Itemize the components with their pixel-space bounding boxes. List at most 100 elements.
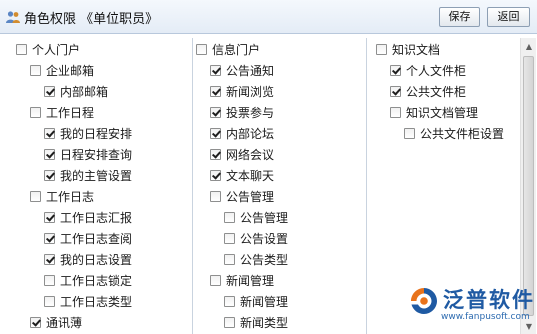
- permission-item[interactable]: 个人门户: [16, 40, 80, 58]
- permission-item[interactable]: 公告设置: [224, 229, 288, 247]
- checkbox-checked[interactable]: [30, 316, 41, 328]
- permission-label: 个人门户: [32, 42, 81, 57]
- checkbox-unchecked[interactable]: [224, 295, 235, 307]
- permission-item[interactable]: 网络会议: [210, 145, 274, 163]
- permission-label: 通讯薄: [46, 315, 83, 330]
- fanpu-logo-icon: [411, 288, 437, 314]
- permission-item[interactable]: 公告类型: [224, 250, 288, 268]
- checkbox-unchecked[interactable]: [224, 232, 235, 244]
- permission-item[interactable]: 工作日程: [30, 103, 94, 121]
- checkbox-unchecked[interactable]: [30, 190, 41, 202]
- save-button[interactable]: 保存: [439, 7, 480, 27]
- permission-item[interactable]: 我的主管设置: [44, 166, 132, 184]
- permission-label: 内部邮箱: [60, 84, 109, 99]
- permission-item[interactable]: 投票参与: [210, 103, 274, 121]
- permission-item[interactable]: 我的日志设置: [44, 250, 132, 268]
- checkbox-unchecked[interactable]: [210, 274, 221, 286]
- scroll-up-icon[interactable]: ▲: [521, 38, 537, 54]
- permission-label: 公告通知: [226, 63, 275, 78]
- page-title: 角色权限 《单位职员》: [24, 12, 159, 27]
- checkbox-checked[interactable]: [210, 169, 221, 181]
- permission-item[interactable]: 知识文档管理: [390, 103, 478, 121]
- checkbox-checked[interactable]: [44, 211, 55, 223]
- checkbox-unchecked[interactable]: [404, 127, 415, 139]
- checkbox-unchecked[interactable]: [196, 43, 207, 55]
- permission-item[interactable]: 新闻类型: [224, 313, 288, 331]
- checkbox-unchecked[interactable]: [376, 43, 387, 55]
- permission-item[interactable]: 新闻管理: [210, 271, 274, 289]
- permission-label: 文本聊天: [226, 168, 275, 183]
- logo-name: 泛普软件: [443, 288, 535, 312]
- checkbox-checked[interactable]: [390, 64, 401, 76]
- permission-label: 公告管理: [240, 210, 289, 225]
- permission-label: 个人文件柜: [406, 63, 467, 78]
- checkbox-checked[interactable]: [44, 169, 55, 181]
- permission-item[interactable]: 工作日志锁定: [44, 271, 132, 289]
- permission-item[interactable]: 个人文件柜: [390, 61, 466, 79]
- permission-item[interactable]: 我的日程安排: [44, 124, 132, 142]
- permission-item[interactable]: 知识文档: [376, 40, 440, 58]
- checkbox-unchecked[interactable]: [210, 190, 221, 202]
- permission-label: 我的日程安排: [60, 126, 133, 141]
- users-icon: [6, 11, 20, 23]
- permission-label: 企业邮箱: [46, 63, 95, 78]
- checkbox-checked[interactable]: [44, 253, 55, 265]
- checkbox-unchecked[interactable]: [224, 211, 235, 223]
- permission-label: 日程安排查询: [60, 147, 133, 162]
- checkbox-unchecked[interactable]: [224, 253, 235, 265]
- permission-label: 公告管理: [226, 189, 275, 204]
- checkbox-unchecked[interactable]: [224, 316, 235, 328]
- checkbox-unchecked[interactable]: [390, 106, 401, 118]
- checkbox-unchecked[interactable]: [30, 64, 41, 76]
- permission-item[interactable]: 工作日志类型: [44, 292, 132, 310]
- permission-item[interactable]: 公共文件柜设置: [404, 124, 504, 142]
- checkbox-unchecked[interactable]: [44, 295, 55, 307]
- permission-item[interactable]: 工作日志: [30, 187, 94, 205]
- permission-item[interactable]: 通讯薄: [30, 313, 82, 331]
- permission-label: 工作日程: [46, 105, 95, 120]
- checkbox-checked[interactable]: [210, 85, 221, 97]
- permission-label: 我的主管设置: [60, 168, 133, 183]
- checkbox-unchecked[interactable]: [44, 274, 55, 286]
- permission-item[interactable]: 日程安排查询: [44, 145, 132, 163]
- column-divider: [366, 38, 367, 334]
- permission-label: 新闻类型: [240, 315, 289, 330]
- scroll-thumb[interactable]: [523, 56, 534, 316]
- checkbox-checked[interactable]: [210, 127, 221, 139]
- checkbox-checked[interactable]: [44, 85, 55, 97]
- permission-label: 信息门户: [212, 42, 261, 57]
- permission-item[interactable]: 公共文件柜: [390, 82, 466, 100]
- checkbox-checked[interactable]: [210, 64, 221, 76]
- permission-item[interactable]: 公告管理: [210, 187, 274, 205]
- permission-label: 新闻管理: [240, 294, 289, 309]
- permission-label: 工作日志: [46, 189, 95, 204]
- permission-item[interactable]: 工作日志查阅: [44, 229, 132, 247]
- permission-item[interactable]: 内部论坛: [210, 124, 274, 142]
- back-button[interactable]: 返回: [487, 7, 530, 27]
- permission-label: 知识文档管理: [406, 105, 479, 120]
- permission-item[interactable]: 新闻管理: [224, 292, 288, 310]
- checkbox-unchecked[interactable]: [16, 43, 27, 55]
- permission-item[interactable]: 新闻浏览: [210, 82, 274, 100]
- checkbox-unchecked[interactable]: [30, 106, 41, 118]
- permission-label: 我的日志设置: [60, 252, 133, 267]
- permission-item[interactable]: 公告通知: [210, 61, 274, 79]
- permission-label: 新闻浏览: [226, 84, 275, 99]
- permission-item[interactable]: 公告管理: [224, 208, 288, 226]
- checkbox-checked[interactable]: [390, 85, 401, 97]
- permission-item[interactable]: 工作日志汇报: [44, 208, 132, 226]
- checkbox-checked[interactable]: [210, 106, 221, 118]
- permission-item[interactable]: 文本聊天: [210, 166, 274, 184]
- permission-label: 知识文档: [392, 42, 441, 57]
- checkbox-checked[interactable]: [44, 148, 55, 160]
- checkbox-checked[interactable]: [44, 127, 55, 139]
- permission-label: 工作日志汇报: [60, 210, 133, 225]
- checkbox-checked[interactable]: [44, 232, 55, 244]
- checkbox-checked[interactable]: [210, 148, 221, 160]
- permission-label: 网络会议: [226, 147, 275, 162]
- permission-item[interactable]: 内部邮箱: [44, 82, 108, 100]
- permission-label: 公共文件柜设置: [420, 126, 505, 141]
- permission-item[interactable]: 信息门户: [196, 40, 260, 58]
- permission-item[interactable]: 企业邮箱: [30, 61, 94, 79]
- fanpu-logo: 泛普软件 www.fanpusoft.com: [405, 282, 535, 334]
